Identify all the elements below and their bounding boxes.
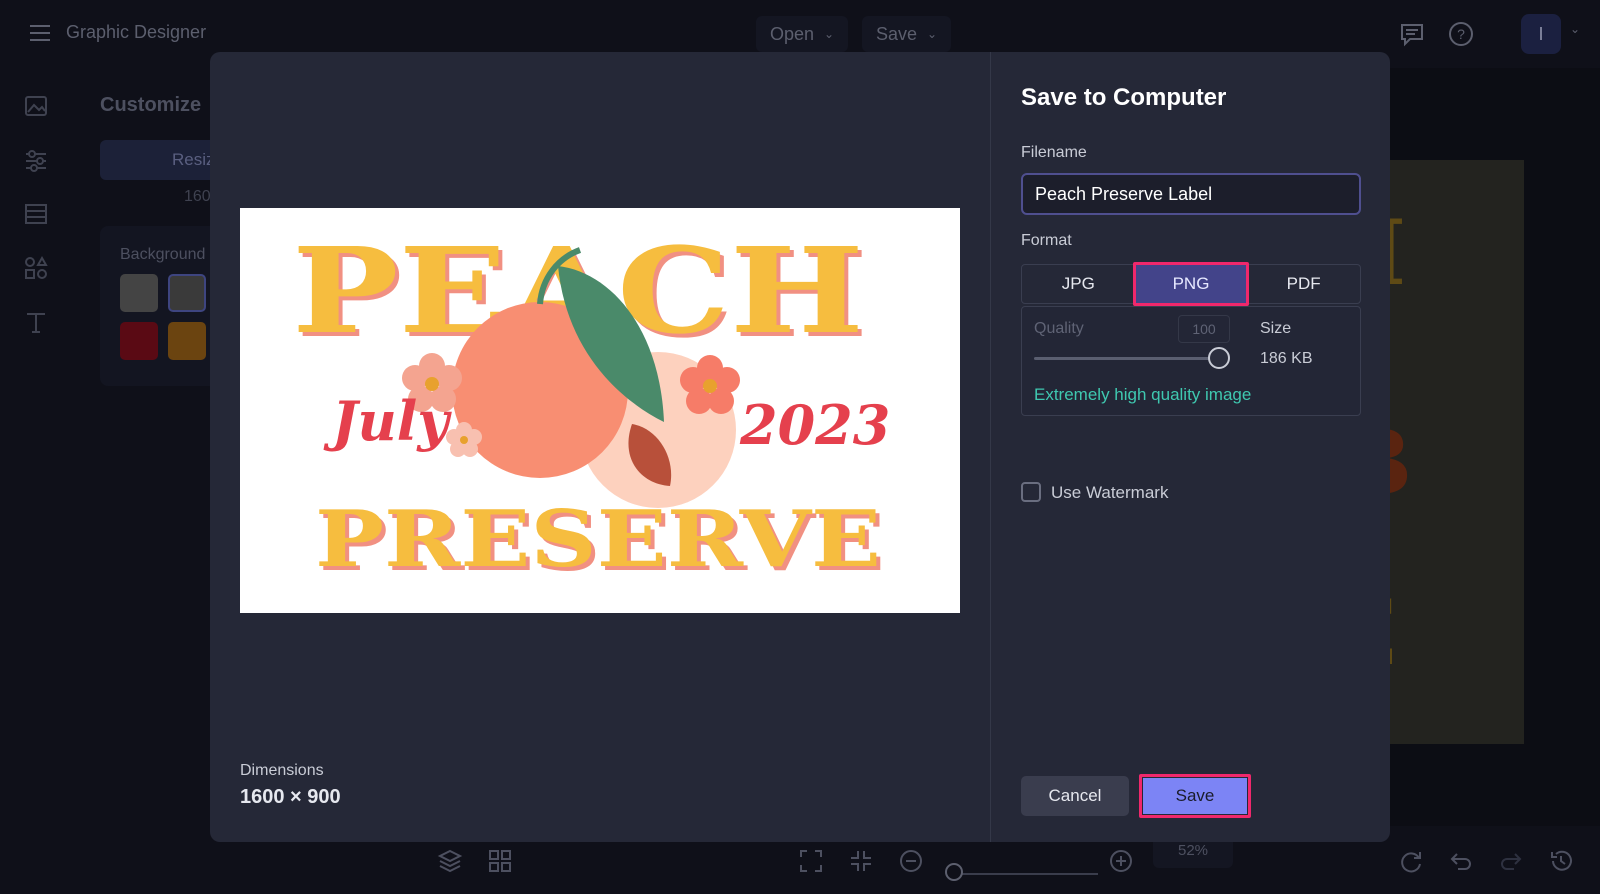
dimension-text: 160	[184, 188, 211, 205]
save-menu-label: Save	[876, 23, 918, 44]
filename-input[interactable]	[1021, 173, 1361, 215]
format-selector: JPG PNG PDF	[1021, 262, 1361, 306]
save-dialog: PEACH PEACH Jul	[210, 52, 1390, 842]
layers-icon[interactable]	[437, 848, 463, 874]
filename-label: Filename	[1021, 144, 1087, 161]
hamburger-menu-icon[interactable]	[30, 24, 52, 42]
grid-icon[interactable]	[487, 848, 513, 874]
shapes-icon[interactable]	[22, 254, 50, 282]
script-year: 2023	[739, 393, 890, 457]
zoom-slider-handle[interactable]	[945, 863, 963, 881]
watermark-checkbox[interactable]	[1021, 482, 1041, 502]
quality-description: Extremely high quality image	[1034, 385, 1252, 404]
save-options-panel: Save to Computer Filename Format JPG PNG…	[1021, 52, 1361, 842]
dialog-title: Save to Computer	[1021, 84, 1227, 111]
image-icon[interactable]	[22, 92, 50, 120]
format-jpg-button[interactable]: JPG	[1022, 265, 1135, 303]
undo-icon[interactable]	[1448, 848, 1474, 874]
chevron-down-icon[interactable]: ⌄	[1570, 22, 1580, 36]
design-preview: PEACH PEACH Jul	[240, 208, 960, 613]
swatch-orange[interactable]	[168, 322, 206, 360]
shrink-icon[interactable]	[848, 848, 874, 874]
panel-title: Customize	[100, 94, 202, 116]
quality-slider-handle[interactable]	[1208, 347, 1230, 369]
zoom-slider-track[interactable]	[950, 873, 1098, 875]
svg-text:?: ?	[1457, 26, 1465, 42]
layout-icon[interactable]	[22, 200, 50, 228]
quality-value[interactable]: 100	[1178, 315, 1230, 343]
history-icon[interactable]	[1548, 848, 1574, 874]
swatch-transparent[interactable]	[120, 274, 158, 312]
quality-section: Quality 100 Size 186 KB Extremely high q…	[1021, 306, 1361, 416]
left-rail	[0, 68, 72, 894]
script-july: July	[323, 389, 452, 453]
zoom-out-icon[interactable]	[898, 848, 924, 874]
dimensions-label: Dimensions	[240, 762, 324, 779]
swatch-gray[interactable]	[168, 274, 206, 312]
quality-slider-track[interactable]	[1034, 357, 1222, 360]
watermark-label[interactable]: Use Watermark	[1051, 483, 1168, 503]
help-icon[interactable]: ?	[1447, 20, 1475, 48]
quality-label: Quality	[1034, 320, 1084, 337]
dialog-divider	[990, 52, 991, 842]
label-artwork: PEACH PEACH Jul	[292, 221, 890, 589]
format-pdf-button[interactable]: PDF	[1247, 265, 1360, 303]
save-menu-button[interactable]: Save ⌄	[862, 16, 952, 52]
comment-icon[interactable]	[1398, 20, 1426, 48]
background-label: Background	[120, 246, 206, 263]
save-button[interactable]: Save	[1139, 774, 1251, 818]
chevron-down-icon: ⌄	[824, 27, 835, 41]
open-menu-label: Open	[770, 23, 815, 44]
open-menu-button[interactable]: Open ⌄	[756, 16, 849, 52]
redo-icon[interactable]	[1498, 848, 1524, 874]
chevron-down-icon: ⌄	[927, 27, 938, 41]
cancel-button[interactable]: Cancel	[1021, 776, 1129, 816]
zoom-in-icon[interactable]	[1108, 848, 1134, 874]
size-value: 186 KB	[1260, 350, 1313, 367]
customize-panel: Customize Resize 160 Background	[72, 68, 240, 894]
text-icon[interactable]	[22, 308, 50, 336]
size-label: Size	[1260, 320, 1292, 337]
adjust-sliders-icon[interactable]	[22, 146, 50, 174]
dimensions-value: 1600 × 900	[240, 786, 341, 808]
avatar[interactable]: I	[1521, 14, 1561, 54]
app-title: Graphic Designer	[66, 22, 207, 42]
title-preserve: PRESERVE	[315, 494, 881, 585]
rotate-icon[interactable]	[1398, 848, 1424, 874]
fit-screen-icon[interactable]	[798, 848, 824, 874]
format-label: Format	[1021, 232, 1072, 249]
swatch-red[interactable]	[120, 322, 158, 360]
format-png-button[interactable]: PNG	[1132, 262, 1250, 306]
